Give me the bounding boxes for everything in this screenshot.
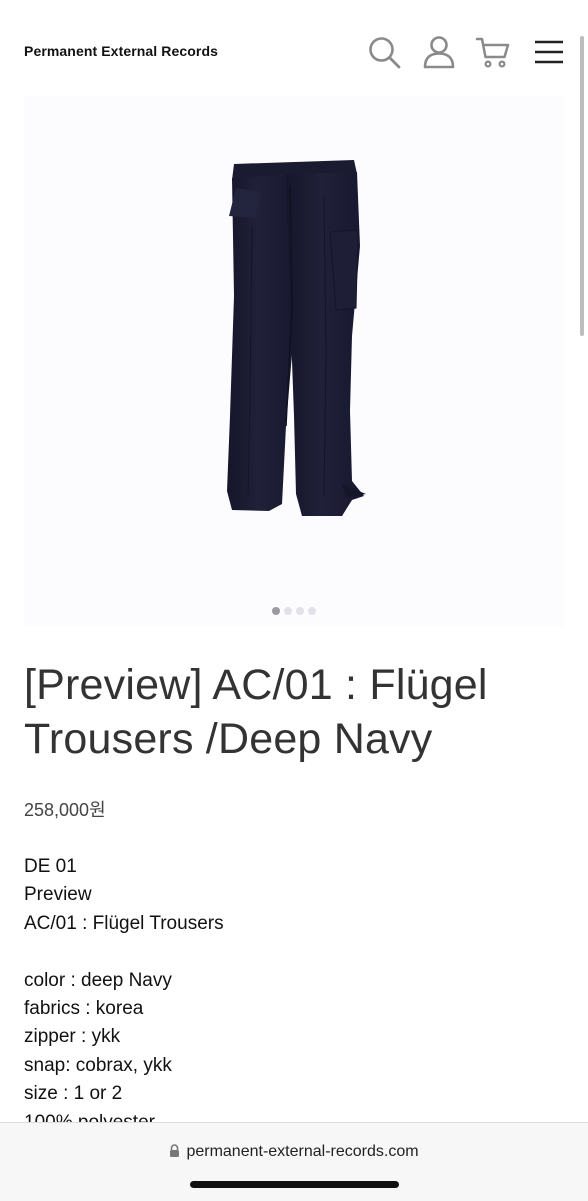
home-indicator[interactable] (190, 1181, 399, 1188)
product-title: [Preview] AC/01 : Flügel Trousers /Deep … (24, 661, 488, 763)
search-icon[interactable] (366, 34, 402, 70)
carousel-dot[interactable] (296, 607, 304, 615)
site-header: Permanent External Records (0, 0, 588, 100)
description-line: Preview (24, 884, 92, 906)
carousel-dot[interactable] (272, 607, 280, 615)
lock-icon (169, 1144, 180, 1162)
trousers-product-image (227, 160, 366, 516)
description-line: snap: cobrax, ykk (24, 1054, 172, 1076)
user-icon[interactable] (421, 34, 457, 70)
cart-icon[interactable] (475, 34, 511, 70)
product-image-carousel[interactable] (24, 96, 564, 626)
description-line: size : 1 or 2 (24, 1083, 123, 1105)
carousel-dot[interactable] (284, 607, 292, 615)
description-line: AC/01 : Flügel Trousers (24, 912, 224, 934)
description-line: DE 01 (24, 856, 77, 877)
brand-logo[interactable]: Permanent External Records (24, 43, 218, 59)
url-text: permanent-external-records.com (186, 1143, 419, 1160)
product-description: DE 01 Preview AC/01 : Flügel Trousers co… (24, 853, 564, 1137)
description-line: color : deep Navy (24, 969, 172, 991)
url-field[interactable]: permanent-external-records.com (0, 1143, 588, 1162)
menu-icon[interactable] (531, 34, 567, 70)
description-line: fabrics : korea (24, 997, 144, 1019)
browser-address-bar: permanent-external-records.com (0, 1122, 588, 1201)
carousel-pagination (24, 602, 564, 620)
description-line: zipper : ykk (24, 1026, 121, 1048)
product-price: 258,000원 (24, 800, 106, 820)
page-scrollbar[interactable] (580, 36, 584, 336)
carousel-dot[interactable] (308, 607, 316, 615)
description-line (24, 938, 564, 966)
